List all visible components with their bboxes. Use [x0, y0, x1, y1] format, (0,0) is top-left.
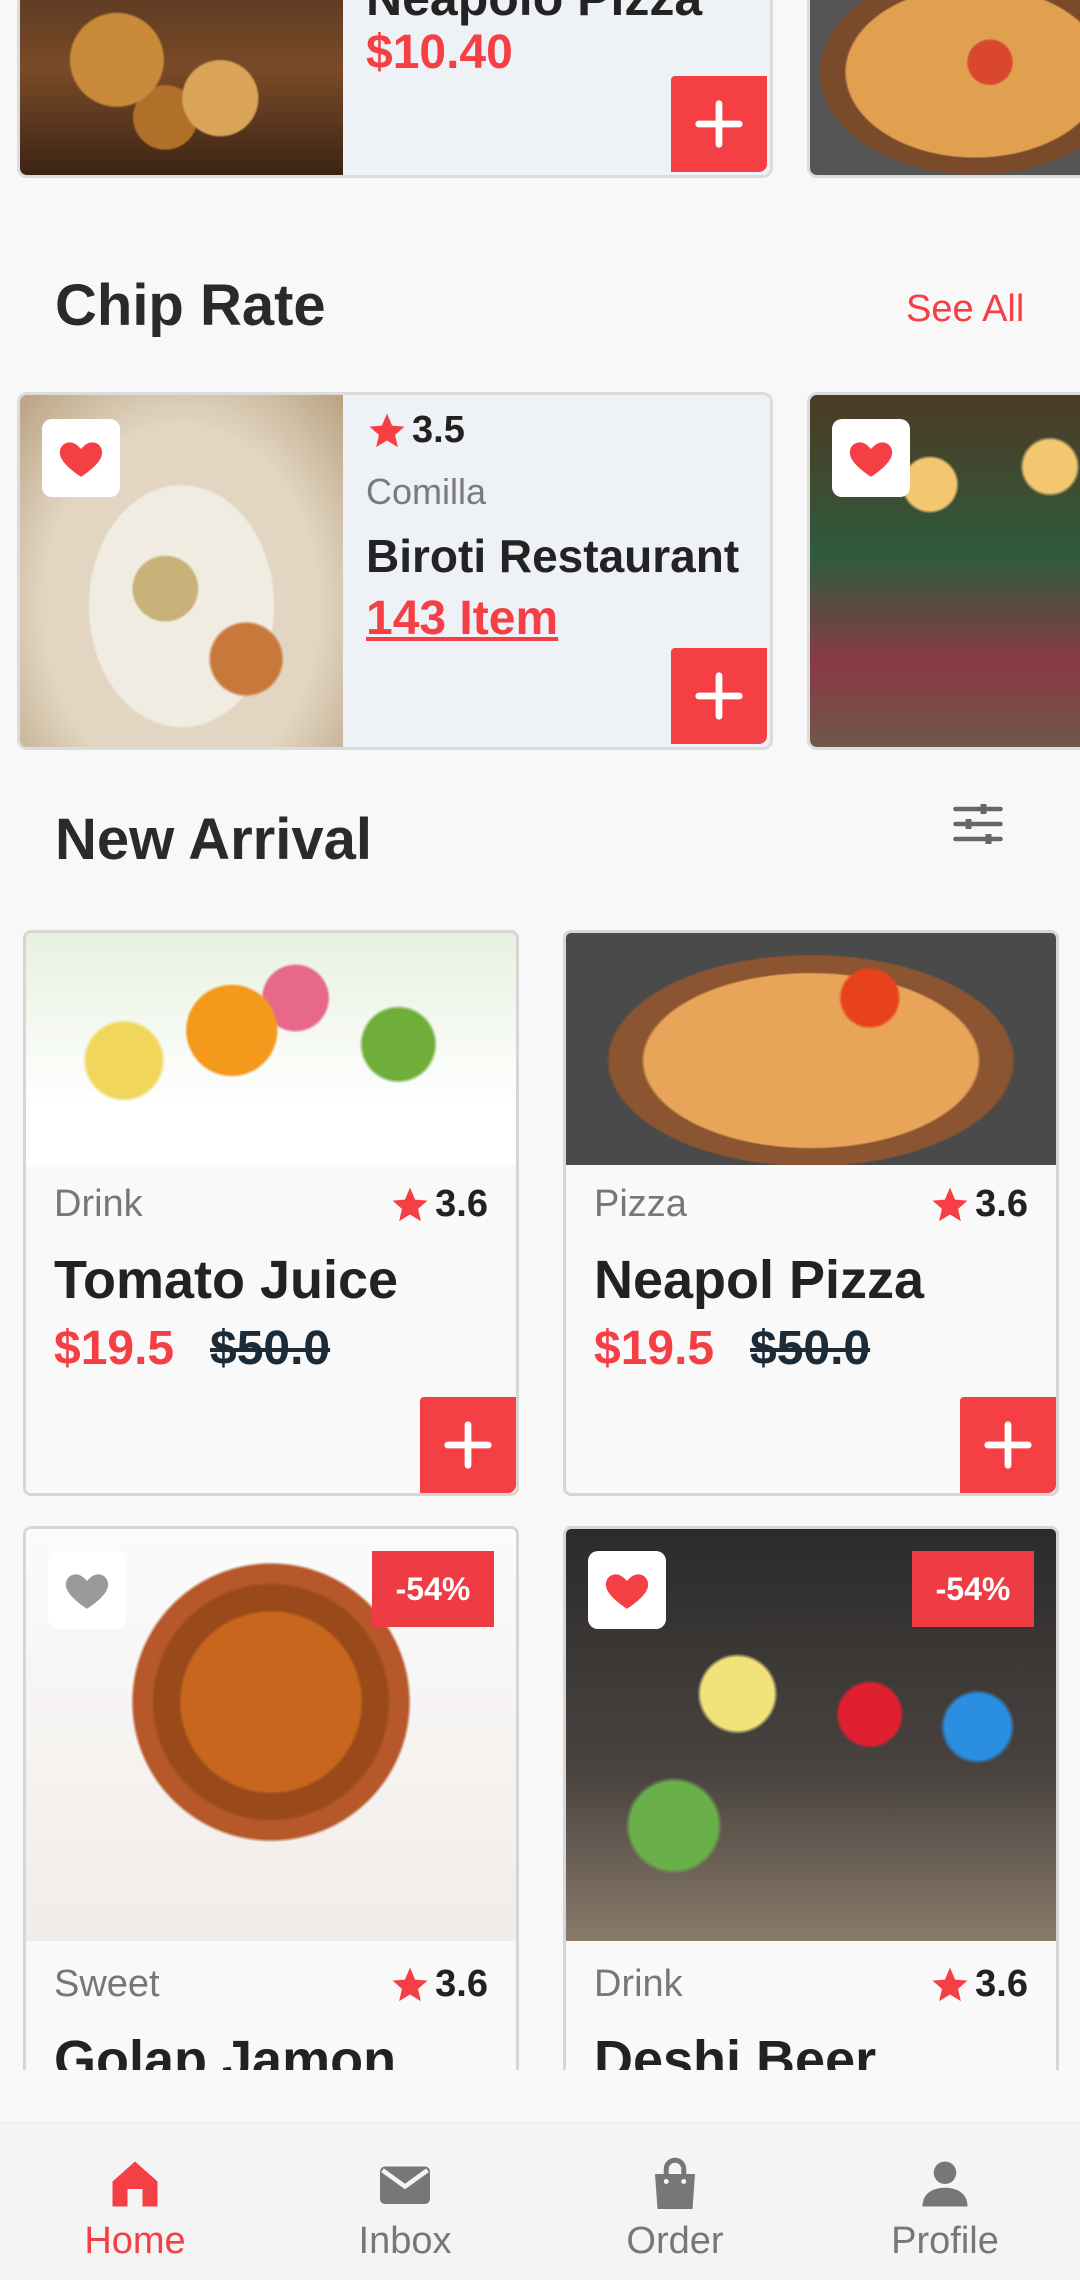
- star-icon: [389, 1184, 431, 1226]
- top-food-card-partial[interactable]: [807, 0, 1080, 178]
- star-icon: [929, 1184, 971, 1226]
- nav-label: Home: [84, 2220, 186, 2262]
- product-card[interactable]: -54% Sweet 3.6 Golap Jamon: [23, 1526, 519, 2136]
- filter-icon[interactable]: [948, 794, 1008, 854]
- bottom-navigation: Home Inbox Order Profile: [0, 2122, 1080, 2280]
- product-card[interactable]: -54% Drink 3.6 Deshi Beer: [563, 1526, 1059, 2136]
- product-card[interactable]: Drink 3.6 Tomato Juice $19.5 $50.0: [23, 930, 519, 1496]
- favorite-button[interactable]: [832, 419, 910, 497]
- nav-order[interactable]: Order: [540, 2124, 810, 2280]
- product-category: Drink: [594, 1963, 683, 2005]
- add-to-cart-button[interactable]: [671, 76, 767, 172]
- plus-icon: [981, 1418, 1035, 1472]
- product-old-price: $50.0: [210, 1322, 331, 1375]
- pizza-image: [810, 0, 1080, 175]
- rating-value: 3.6: [975, 1183, 1028, 1225]
- plus-icon: [692, 669, 746, 723]
- product-rating: 3.6: [389, 1183, 488, 1226]
- top-card-title: Neapolo Pizza: [366, 0, 702, 27]
- top-card-price: $10.40: [366, 26, 513, 79]
- restaurant-name: Biroti Restaurant: [366, 530, 740, 582]
- nav-inbox[interactable]: Inbox: [270, 2124, 540, 2280]
- add-restaurant-button[interactable]: [671, 648, 767, 744]
- burger-image: [20, 0, 343, 175]
- discount-badge: -54%: [372, 1551, 494, 1627]
- plus-icon: [441, 1418, 495, 1472]
- restaurant-card-partial[interactable]: [807, 392, 1080, 750]
- nav-label: Profile: [891, 2220, 999, 2262]
- restaurant-card[interactable]: 3.5 Comilla Biroti Restaurant 143 Item: [17, 392, 773, 750]
- star-icon: [366, 410, 408, 452]
- nav-home[interactable]: Home: [0, 2124, 270, 2280]
- product-name: Tomato Juice: [54, 1250, 399, 1310]
- plus-icon: [692, 97, 746, 151]
- rating-value: 3.6: [435, 1963, 488, 2005]
- home-icon: [112, 2161, 158, 2207]
- heart-icon: [846, 433, 896, 483]
- star-icon: [389, 1964, 431, 2006]
- bag-icon: [655, 2157, 695, 2209]
- section-title-chip-rate: Chip Rate: [55, 273, 326, 338]
- heart-icon: [602, 1565, 652, 1615]
- heart-icon: [56, 433, 106, 483]
- add-to-cart-button[interactable]: [420, 1397, 516, 1493]
- heart-icon: [62, 1565, 112, 1615]
- rating-value: 3.6: [435, 1183, 488, 1225]
- add-to-cart-button[interactable]: [960, 1397, 1056, 1493]
- nav-label: Inbox: [358, 2220, 452, 2262]
- juice-image: [26, 933, 516, 1165]
- see-all-link[interactable]: See All: [906, 288, 1024, 331]
- content-fade: [0, 2070, 1080, 2122]
- product-name: Neapol Pizza: [594, 1250, 925, 1310]
- product-old-price: $50.0: [750, 1322, 871, 1375]
- restaurant-rating: 3.5: [366, 409, 465, 452]
- nav-label: Order: [626, 2220, 724, 2262]
- top-food-card[interactable]: Neapolo Pizza $10.40: [17, 0, 773, 178]
- pizza-image: [566, 933, 1056, 1165]
- restaurant-item-count[interactable]: 143 Item: [366, 591, 558, 646]
- product-category: Sweet: [54, 1963, 160, 2005]
- product-rating: 3.6: [389, 1963, 488, 2006]
- product-price: $19.5: [54, 1322, 175, 1375]
- product-rating: 3.6: [929, 1963, 1028, 2006]
- product-rating: 3.6: [929, 1183, 1028, 1226]
- restaurant-location: Comilla: [366, 471, 487, 512]
- favorite-button[interactable]: [588, 1551, 666, 1629]
- favorite-button[interactable]: [48, 1551, 126, 1629]
- rating-value: 3.6: [975, 1963, 1028, 2005]
- product-card[interactable]: Pizza 3.6 Neapol Pizza $19.5 $50.0: [563, 930, 1059, 1496]
- star-icon: [929, 1964, 971, 2006]
- section-title-new-arrival: New Arrival: [55, 807, 372, 872]
- mail-icon: [380, 2166, 430, 2204]
- rating-value: 3.5: [412, 409, 465, 451]
- discount-badge: -54%: [912, 1551, 1034, 1627]
- favorite-button[interactable]: [42, 419, 120, 497]
- product-category: Pizza: [594, 1183, 687, 1225]
- product-category: Drink: [54, 1183, 143, 1225]
- product-price: $19.5: [594, 1322, 715, 1375]
- person-icon: [922, 2161, 968, 2207]
- nav-profile[interactable]: Profile: [810, 2124, 1080, 2280]
